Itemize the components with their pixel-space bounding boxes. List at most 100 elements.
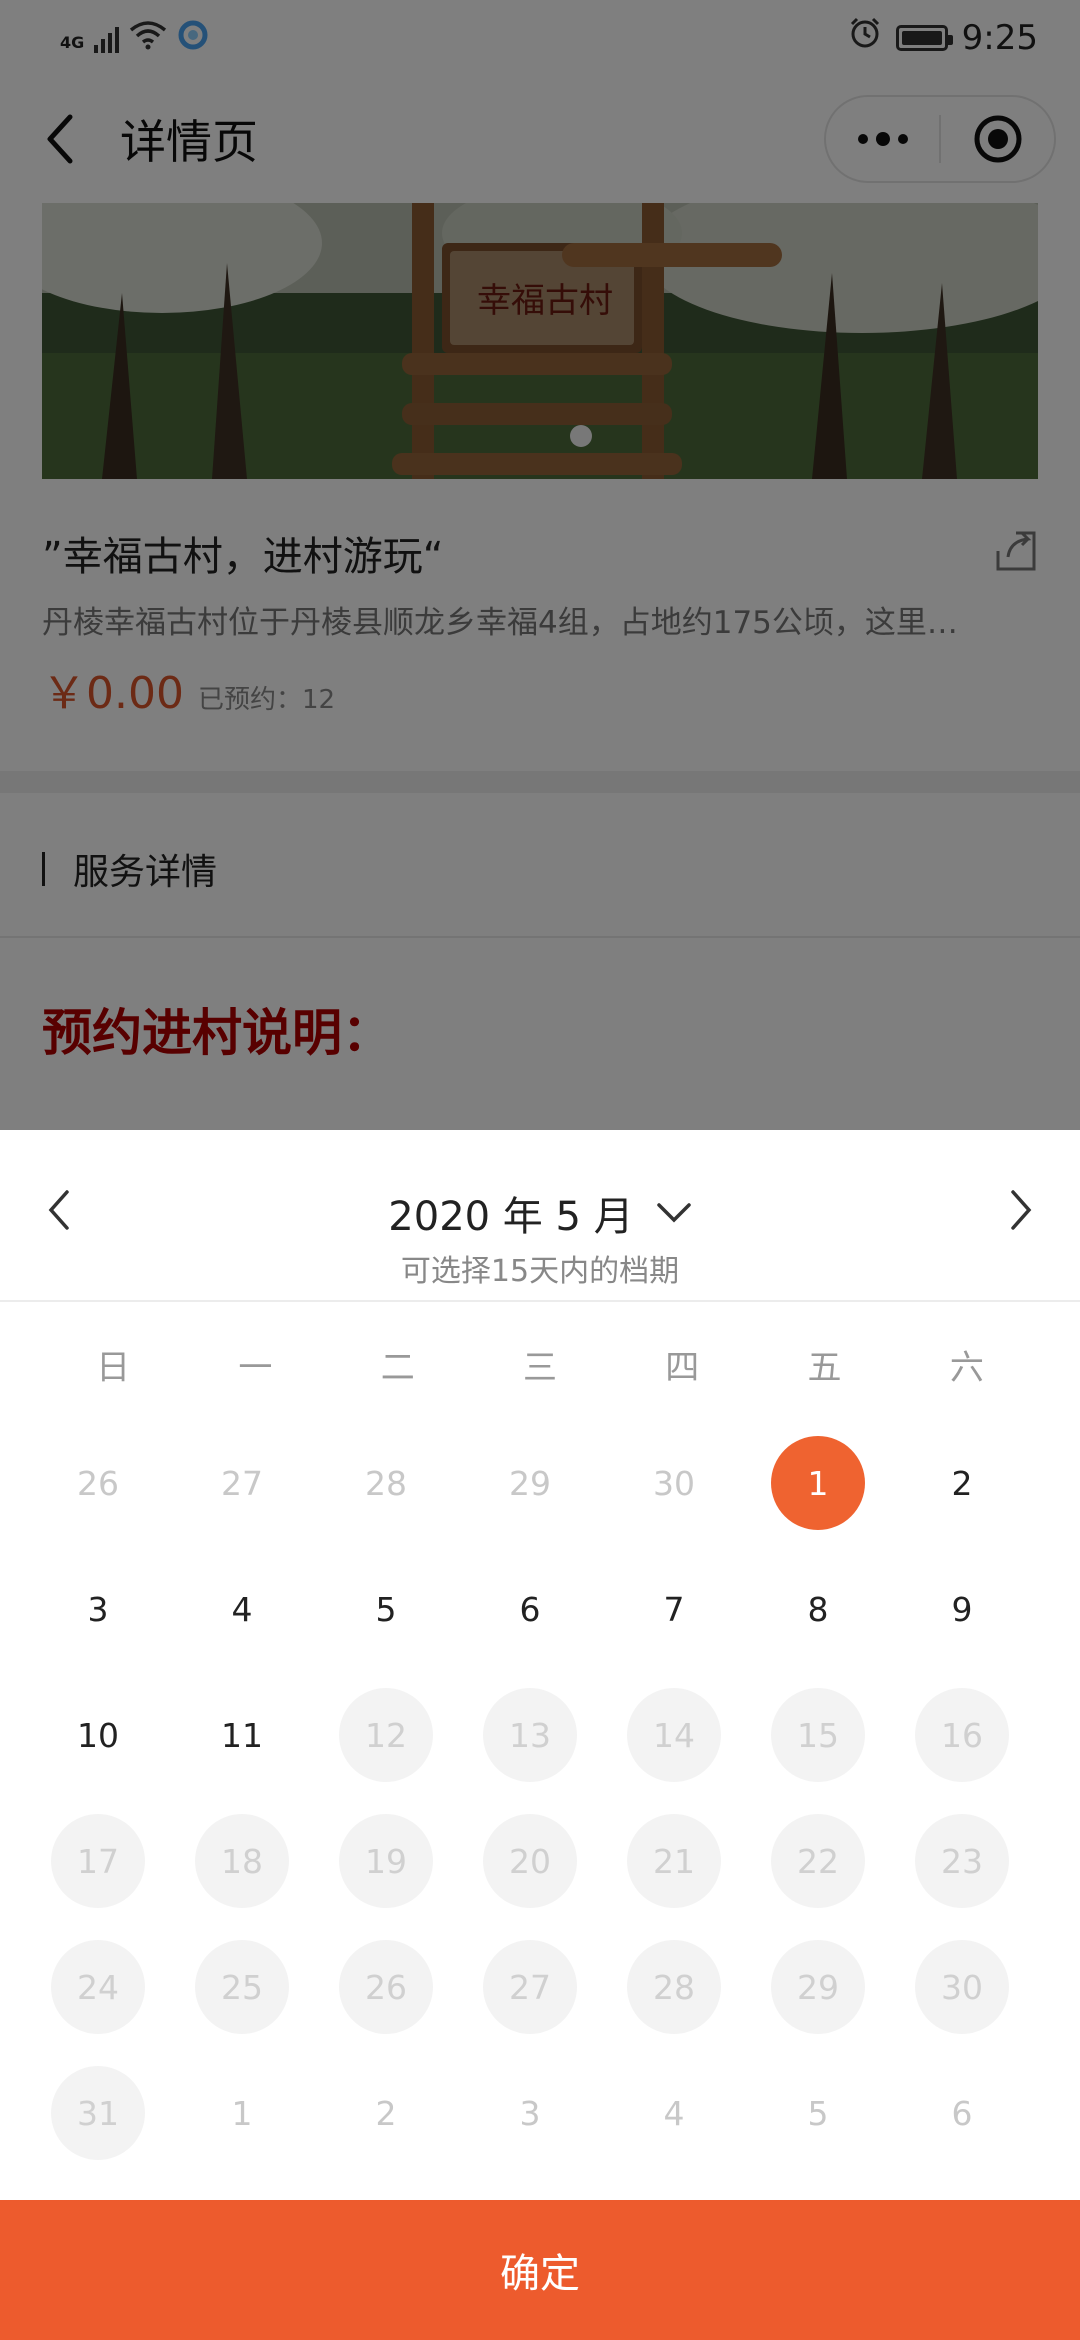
calendar-day: 6 [890, 2050, 1034, 2176]
calendar-day: 17 [26, 1798, 170, 1924]
weekday-label: 日 [96, 1348, 131, 1388]
weekday-label: 二 [380, 1348, 415, 1388]
calendar-day-label: 6 [951, 2093, 973, 2133]
calendar-days-grid: 26 27 28 29 30 1 2 3 4 5 6 7 8 9 10 11 12 13 14 15 16 17 18 19 2… [0, 1420, 1080, 2176]
calendar-day-label: 7 [663, 1589, 685, 1629]
date-picker-sheet: 2020 年 5 月 可选择15天内的档期 日一二三四五六 26 27 28 29 30… [0, 1130, 1080, 2340]
calendar-day-label: 8 [807, 1589, 829, 1629]
weekday-label: 三 [522, 1348, 557, 1388]
calendar-day: 25 [170, 1924, 314, 2050]
calendar-day-label: 28 [627, 1940, 721, 2034]
calendar-day-label: 1 [771, 1436, 865, 1530]
calendar-day-label: 15 [771, 1688, 865, 1782]
calendar-day: 1 [170, 2050, 314, 2176]
calendar-hint: 可选择15天内的档期 [400, 1254, 680, 1289]
calendar-day-label: 27 [483, 1940, 577, 2034]
calendar-day: 18 [170, 1798, 314, 1924]
calendar-day: 21 [602, 1798, 746, 1924]
calendar-day-selected[interactable]: 1 [746, 1420, 890, 1546]
calendar-day-label: 6 [519, 1589, 541, 1629]
calendar-day-label: 28 [365, 1463, 407, 1503]
calendar-day-label: 19 [339, 1814, 433, 1908]
calendar-day-label: 17 [51, 1814, 145, 1908]
calendar-day-label: 11 [221, 1715, 263, 1755]
calendar-day-label: 1 [231, 2093, 253, 2133]
calendar-day: 31 [26, 2050, 170, 2176]
calendar-day-label: 26 [77, 1463, 119, 1503]
calendar-day: 27 [458, 1924, 602, 2050]
calendar-day-label: 16 [915, 1688, 1009, 1782]
calendar-day: 15 [746, 1672, 890, 1798]
modal-overlay[interactable] [0, 0, 1080, 1130]
calendar-day: 29 [746, 1924, 890, 2050]
calendar-day-label: 4 [231, 1589, 253, 1629]
calendar-day: 5 [746, 2050, 890, 2176]
calendar-day: 27 [170, 1420, 314, 1546]
calendar-day[interactable]: 7 [602, 1546, 746, 1672]
calendar-day: 26 [314, 1924, 458, 2050]
calendar-day-label: 30 [653, 1463, 695, 1503]
calendar-day-label: 13 [483, 1688, 577, 1782]
calendar-day: 24 [26, 1924, 170, 2050]
calendar-day[interactable]: 8 [746, 1546, 890, 1672]
calendar-day-label: 21 [627, 1814, 721, 1908]
calendar-day-label: 2 [375, 2093, 397, 2133]
calendar-day: 13 [458, 1672, 602, 1798]
weekday-label: 五 [807, 1348, 842, 1388]
calendar-day-label: 23 [915, 1814, 1009, 1908]
calendar-day-label: 29 [771, 1940, 865, 2034]
calendar-day-label: 2 [951, 1463, 973, 1503]
calendar-day-label: 27 [221, 1463, 263, 1503]
calendar-day-label: 29 [509, 1463, 551, 1503]
calendar-day-label: 26 [339, 1940, 433, 2034]
calendar-day[interactable]: 10 [26, 1672, 170, 1798]
calendar-day[interactable]: 2 [890, 1420, 1034, 1546]
calendar-day: 28 [314, 1420, 458, 1546]
weekday-label: 四 [665, 1348, 700, 1388]
month-selector[interactable]: 2020 年 5 月 [0, 1184, 1080, 1242]
calendar-day: 22 [746, 1798, 890, 1924]
calendar-day: 28 [602, 1924, 746, 2050]
calendar-day-label: 24 [51, 1940, 145, 2034]
weekday-row: 日一二三四五六 [0, 1340, 1080, 1389]
calendar-day: 4 [602, 2050, 746, 2176]
next-month-icon[interactable] [980, 1170, 1060, 1250]
calendar-day-label: 4 [663, 2093, 685, 2133]
calendar-day: 3 [458, 2050, 602, 2176]
calendar-day[interactable]: 6 [458, 1546, 602, 1672]
calendar-day: 14 [602, 1672, 746, 1798]
calendar-day-label: 3 [87, 1589, 109, 1629]
calendar-day-label: 9 [951, 1589, 973, 1629]
calendar-day: 19 [314, 1798, 458, 1924]
calendar-day[interactable]: 3 [26, 1546, 170, 1672]
calendar-day-label: 20 [483, 1814, 577, 1908]
calendar-day: 12 [314, 1672, 458, 1798]
calendar-day-label: 18 [195, 1814, 289, 1908]
calendar-day[interactable]: 9 [890, 1546, 1034, 1672]
calendar-day-label: 5 [375, 1589, 397, 1629]
weekday-label: 六 [949, 1348, 984, 1388]
calendar-day: 23 [890, 1798, 1034, 1924]
calendar-day-label: 31 [51, 2066, 145, 2160]
calendar-day-label: 14 [627, 1688, 721, 1782]
chevron-down-icon [656, 1203, 691, 1223]
calendar-day-label: 10 [77, 1715, 119, 1755]
calendar-day-label: 5 [807, 2093, 829, 2133]
calendar-day: 20 [458, 1798, 602, 1924]
calendar-day[interactable]: 4 [170, 1546, 314, 1672]
calendar-day[interactable]: 11 [170, 1672, 314, 1798]
calendar-day: 30 [602, 1420, 746, 1546]
calendar-day-label: 12 [339, 1688, 433, 1782]
confirm-button[interactable]: 确定 [0, 2200, 1080, 2340]
calendar-day[interactable]: 5 [314, 1546, 458, 1672]
calendar-day-label: 30 [915, 1940, 1009, 2034]
calendar-day-label: 22 [771, 1814, 865, 1908]
calendar-day-label: 3 [519, 2093, 541, 2133]
calendar-day: 29 [458, 1420, 602, 1546]
calendar-day: 26 [26, 1420, 170, 1546]
calendar-day: 16 [890, 1672, 1034, 1798]
calendar-day: 30 [890, 1924, 1034, 2050]
calendar-day: 2 [314, 2050, 458, 2176]
calendar-day-label: 25 [195, 1940, 289, 2034]
calendar-header: 2020 年 5 月 可选择15天内的档期 [0, 1130, 1080, 1302]
